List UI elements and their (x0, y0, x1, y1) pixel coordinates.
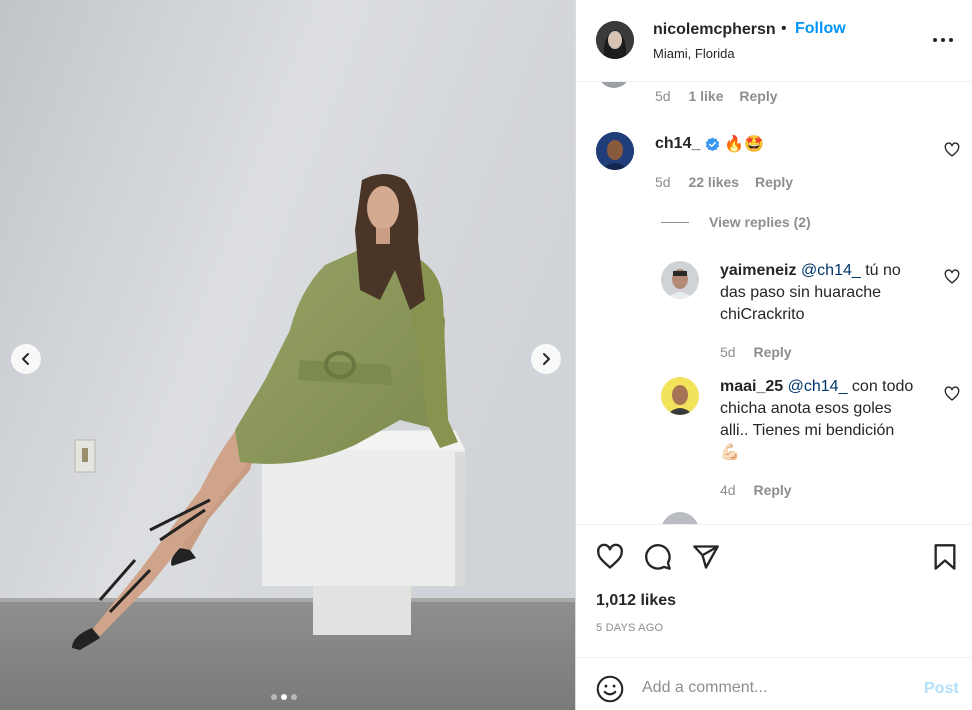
more-horizontal-icon (933, 38, 953, 42)
avatar[interactable] (661, 512, 699, 524)
comment-text-line: chiCrackrito (720, 306, 805, 323)
comment-icon[interactable] (644, 543, 672, 571)
post-modal: nicolemcphersn • Follow Miami, Florida 5… (0, 0, 972, 710)
author-avatar[interactable] (596, 21, 634, 59)
comment-mention[interactable]: @ch14_ (801, 262, 861, 279)
comment-meta: 4d Reply (720, 482, 792, 498)
carousel-indicator (271, 694, 297, 700)
author-username[interactable]: nicolemcphersn (653, 21, 776, 39)
post-actions: 1,012 likes 5 DAYS AGO (576, 524, 972, 658)
avatar-image (596, 132, 634, 170)
comment-text-line: con todo (851, 378, 914, 395)
comment-likes[interactable]: 1 like (688, 88, 723, 104)
avatar[interactable] (661, 261, 699, 299)
heart-icon[interactable] (944, 142, 960, 158)
post-comment-button[interactable]: Post (924, 680, 959, 698)
carousel-dot (271, 694, 277, 700)
comment-username[interactable]: ch14_ (655, 135, 700, 153)
comment-meta: 5d Reply (720, 344, 792, 360)
comment-text-line: chicha anota esos goles (720, 400, 892, 417)
comment-text-line: 💪🏻 (720, 444, 740, 461)
view-replies-button[interactable]: View replies (2) (661, 214, 811, 230)
comment-text-line: tú no (865, 262, 901, 279)
post-photo[interactable] (0, 0, 575, 710)
avatar[interactable] (661, 377, 699, 415)
comment-age: 4d (720, 482, 736, 498)
chevron-left-icon (22, 353, 29, 365)
view-replies-label: View replies (2) (709, 214, 811, 230)
avatar-image (661, 377, 699, 415)
comment-age: 5d (655, 88, 671, 104)
post-location[interactable]: Miami, Florida (653, 46, 735, 61)
photo-image (0, 0, 575, 710)
reply-body: maai_25 @ch14_ con todo chicha anota eso… (720, 376, 930, 464)
comments-list[interactable]: 5d 1 like Reply ch14_ 🔥🤩 5d 22 likes Rep… (576, 82, 972, 524)
likes-count[interactable]: 1,012 likes (596, 592, 676, 610)
comment-meta: 5d 1 like Reply (655, 88, 778, 104)
header-separator: • (781, 20, 787, 37)
comment-text-line: das paso sin huarache (720, 284, 881, 301)
comment-age: 5d (720, 344, 736, 360)
comment-meta: 5d 22 likes Reply (655, 174, 793, 190)
carousel-dot (291, 694, 297, 700)
comment-input[interactable] (642, 674, 912, 702)
follow-button[interactable]: Follow (795, 20, 846, 38)
comment-age: 5d (655, 174, 671, 190)
emoji-icon[interactable] (596, 675, 624, 703)
comment-likes[interactable]: 22 likes (688, 174, 739, 190)
comment-username[interactable]: yaimeneiz (720, 262, 796, 279)
reply-button[interactable]: Reply (739, 88, 777, 104)
divider (661, 221, 689, 223)
carousel-prev-button[interactable] (11, 344, 41, 374)
chevron-right-icon (543, 353, 550, 365)
heart-icon[interactable] (944, 386, 960, 402)
carousel-next-button[interactable] (531, 344, 561, 374)
send-icon[interactable] (692, 543, 720, 571)
comment-text-line: alli.. Tienes mi bendición (720, 422, 895, 439)
avatar[interactable] (596, 132, 634, 170)
add-comment-bar: Post (576, 657, 972, 710)
avatar-image (661, 261, 699, 299)
avatar-image (596, 21, 634, 59)
heart-icon[interactable] (596, 543, 624, 571)
comment-text: 🔥🤩 (724, 136, 765, 153)
comment-username[interactable]: maai_25 (720, 378, 783, 395)
comment-mention[interactable]: @ch14_ (788, 378, 848, 395)
post-date[interactable]: 5 DAYS AGO (596, 622, 663, 634)
more-options-button[interactable] (932, 28, 954, 52)
heart-icon[interactable] (944, 269, 960, 285)
reply-button[interactable]: Reply (755, 174, 793, 190)
reply-body: yaimeneiz @ch14_ tú no das paso sin huar… (720, 260, 920, 326)
avatar[interactable] (598, 82, 630, 88)
post-sidebar: nicolemcphersn • Follow Miami, Florida 5… (575, 0, 972, 710)
list-item: ch14_ 🔥🤩 (655, 134, 764, 154)
bookmark-icon[interactable] (931, 543, 959, 571)
reply-button[interactable]: Reply (753, 482, 791, 498)
carousel-dot-active (281, 694, 287, 700)
reply-button[interactable]: Reply (753, 344, 791, 360)
verified-badge-icon (706, 136, 720, 151)
post-header: nicolemcphersn • Follow Miami, Florida (576, 0, 972, 82)
